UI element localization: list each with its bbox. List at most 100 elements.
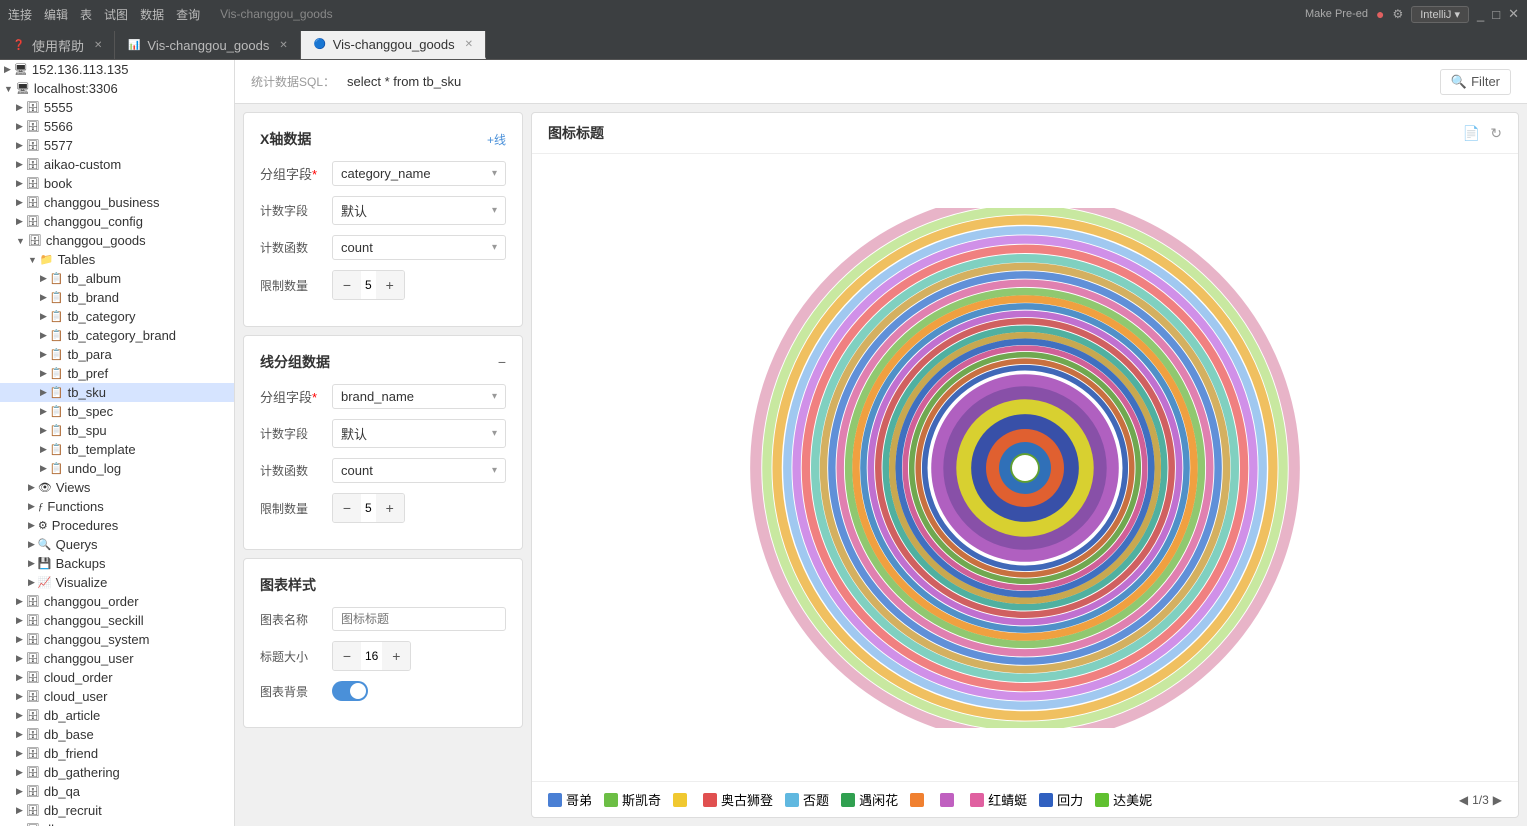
minimize-icon[interactable]: _ <box>1477 7 1484 22</box>
xaxis-limit-minus[interactable]: − <box>333 271 361 299</box>
line-group-count-fn-select[interactable]: count ▾ <box>332 458 506 483</box>
tab-help[interactable]: ❓ 使用帮助 ✕ <box>0 31 115 59</box>
sidebar-item-5555[interactable]: ▶ 🗄 5555 <box>0 98 234 117</box>
line-group-limit-plus[interactable]: + <box>376 494 404 522</box>
sidebar-item-cg-order[interactable]: ▶ 🗄 changgou_order <box>0 592 234 611</box>
sidebar-item-book[interactable]: ▶ 🗄 book <box>0 174 234 193</box>
sidebar-item-tb-spu[interactable]: ▶ 📋 tb_spu <box>0 421 234 440</box>
line-group-count-fn-value: count <box>341 463 373 478</box>
xaxis-count-fn-select[interactable]: count ▾ <box>332 235 506 260</box>
db-gathering-icon: 🗄 <box>26 766 40 779</box>
sidebar-item-tb-category[interactable]: ▶ 📋 tb_category <box>0 307 234 326</box>
sidebar-item-tb-para[interactable]: ▶ 📋 tb_para <box>0 345 234 364</box>
top-bar: 连接 编辑 表 试图 数据 查询 Vis-changgou_goods Make… <box>0 0 1527 28</box>
xaxis-group-select[interactable]: category_name ▾ <box>332 161 506 186</box>
sidebar-item-aikao[interactable]: ▶ 🗄 aikao-custom <box>0 155 234 174</box>
sql-input[interactable] <box>347 74 1428 89</box>
tb-pref-arrow: ▶ <box>40 368 47 379</box>
xaxis-count-field-select[interactable]: 默认 ▾ <box>332 196 506 225</box>
sidebar-item-cg-business[interactable]: ▶ 🗄 changgou_business <box>0 193 234 212</box>
export-icon[interactable]: 📄 <box>1463 125 1480 142</box>
undo-log-label: undo_log <box>68 461 122 476</box>
close-icon[interactable]: ✕ <box>1508 6 1519 22</box>
line-group-count-field-row: 计数字段 默认 ▾ <box>260 419 506 448</box>
legend-next-button[interactable]: ▶ <box>1493 793 1502 807</box>
legend-prev-button[interactable]: ◀ <box>1459 793 1468 807</box>
xaxis-add-line[interactable]: +线 <box>487 131 506 148</box>
sidebar-item-tb-category-brand[interactable]: ▶ 📋 tb_category_brand <box>0 326 234 345</box>
nav-connect[interactable]: 连接 <box>8 6 32 23</box>
sidebar-item-tb-template[interactable]: ▶ 📋 tb_template <box>0 440 234 459</box>
chart-name-input[interactable] <box>332 607 506 631</box>
chart-size-minus[interactable]: − <box>333 642 361 670</box>
tb-album-arrow: ▶ <box>40 273 47 284</box>
tb-sku-icon: 📋 <box>50 386 64 399</box>
settings-icon[interactable]: ⚙ <box>1392 7 1403 21</box>
sidebar-item-cg-user[interactable]: ▶ 🗄 changgou_user <box>0 649 234 668</box>
chart-size-plus[interactable]: + <box>382 642 410 670</box>
legend-dot-8 <box>970 793 984 807</box>
maximize-icon[interactable]: □ <box>1492 7 1500 22</box>
sidebar-item-tb-brand[interactable]: ▶ 📋 tb_brand <box>0 288 234 307</box>
sidebar-item-5577[interactable]: ▶ 🗄 5577 <box>0 136 234 155</box>
legend-label-9: 回力 <box>1057 790 1083 809</box>
chart-bg-toggle[interactable] <box>332 681 368 701</box>
nav-edit[interactable]: 编辑 <box>44 6 68 23</box>
nav-data[interactable]: 数据 <box>140 6 164 23</box>
sidebar-item-tb-pref[interactable]: ▶ 📋 tb_pref <box>0 364 234 383</box>
nav-table[interactable]: 表 <box>80 6 92 23</box>
sidebar-item-local[interactable]: ▼ 🖥 localhost:3306 <box>0 79 234 98</box>
sidebar-item-functions[interactable]: ▶ ƒ Functions <box>0 497 234 516</box>
line-group-group-select[interactable]: brand_name ▾ <box>332 384 506 409</box>
sidebar-item-procedures[interactable]: ▶ ⚙ Procedures <box>0 516 234 535</box>
nav-query[interactable]: 查询 <box>176 6 200 23</box>
line-group-count-field-select[interactable]: 默认 ▾ <box>332 419 506 448</box>
sidebar-item-cg-system[interactable]: ▶ 🗄 changgou_system <box>0 630 234 649</box>
sidebar-item-views[interactable]: ▶ 👁 Views <box>0 478 234 497</box>
sidebar-item-tb-spec[interactable]: ▶ 📋 tb_spec <box>0 402 234 421</box>
line-group-limit-minus[interactable]: − <box>333 494 361 522</box>
sidebar-item-visualize[interactable]: ▶ 📈 Visualize <box>0 573 234 592</box>
vis1-tab-close[interactable]: ✕ <box>279 40 287 51</box>
tb-para-arrow: ▶ <box>40 349 47 360</box>
sidebar-item-querys[interactable]: ▶ 🔍 Querys <box>0 535 234 554</box>
sidebar-item-5566[interactable]: ▶ 🗄 5566 <box>0 117 234 136</box>
tb-spu-label: tb_spu <box>68 423 107 438</box>
sidebar-item-cloud-order[interactable]: ▶ 🗄 cloud_order <box>0 668 234 687</box>
sidebar-item-db-article[interactable]: ▶ 🗄 db_article <box>0 706 234 725</box>
sidebar-item-tb-album[interactable]: ▶ 📋 tb_album <box>0 269 234 288</box>
sidebar-item-db-qa[interactable]: ▶ 🗄 db_qa <box>0 782 234 801</box>
vis2-tab-close[interactable]: ✕ <box>465 39 473 50</box>
sidebar-item-db-gathering[interactable]: ▶ 🗄 db_gathering <box>0 763 234 782</box>
sidebar-item-db-recruit[interactable]: ▶ 🗄 db_recruit <box>0 801 234 820</box>
sidebar-item-cg-config[interactable]: ▶ 🗄 changgou_config <box>0 212 234 231</box>
sidebar-item-cloud-user[interactable]: ▶ 🗄 cloud_user <box>0 687 234 706</box>
xaxis-limit-plus[interactable]: + <box>376 271 404 299</box>
line-group-group-arrow: ▾ <box>492 391 497 402</box>
sidebar-item-cg-seckill[interactable]: ▶ 🗄 changgou_seckill <box>0 611 234 630</box>
sidebar-item-ip1[interactable]: ▶ 🖥 152.136.113.135 <box>0 60 234 79</box>
db-qa-icon: 🗄 <box>26 785 40 798</box>
help-tab-close[interactable]: ✕ <box>94 40 102 51</box>
sidebar-item-cg-goods[interactable]: ▼ 🗄 changgou_goods <box>0 231 234 250</box>
nav-view[interactable]: 试图 <box>104 6 128 23</box>
tb-pref-label: tb_pref <box>68 366 108 381</box>
cloud-user-icon: 🗄 <box>26 690 40 703</box>
filter-button[interactable]: 🔍 Filter <box>1440 69 1511 95</box>
refresh-icon[interactable]: ↻ <box>1490 125 1502 142</box>
tb-cat-brand-arrow: ▶ <box>40 330 47 341</box>
line-group-collapse[interactable]: − <box>498 354 506 370</box>
sidebar-item-undo-log[interactable]: ▶ 📋 undo_log <box>0 459 234 478</box>
sidebar-item-backups[interactable]: ▶ 💾 Backups <box>0 554 234 573</box>
sidebar-item-db-user[interactable]: ▶ 🗄 db_user <box>0 820 234 826</box>
db-recruit-arrow: ▶ <box>16 805 23 816</box>
tab-vis1[interactable]: 📊 Vis-changgou_goods ✕ <box>115 31 300 59</box>
intellij-dropdown[interactable]: IntelliJ ▾ <box>1411 6 1469 23</box>
sidebar-item-tables[interactable]: ▼ 📁 Tables <box>0 250 234 269</box>
sidebar-item-db-base[interactable]: ▶ 🗄 db_base <box>0 725 234 744</box>
tab-vis2[interactable]: 🔵 Vis-changgou_goods ✕ <box>301 31 486 59</box>
sidebar-item-db-friend[interactable]: ▶ 🗄 db_friend <box>0 744 234 763</box>
xaxis-count-fn-label: 计数函数 <box>260 239 332 256</box>
sidebar-item-tb-sku[interactable]: ▶ 📋 tb_sku <box>0 383 234 402</box>
5566-label: 5566 <box>44 119 73 134</box>
